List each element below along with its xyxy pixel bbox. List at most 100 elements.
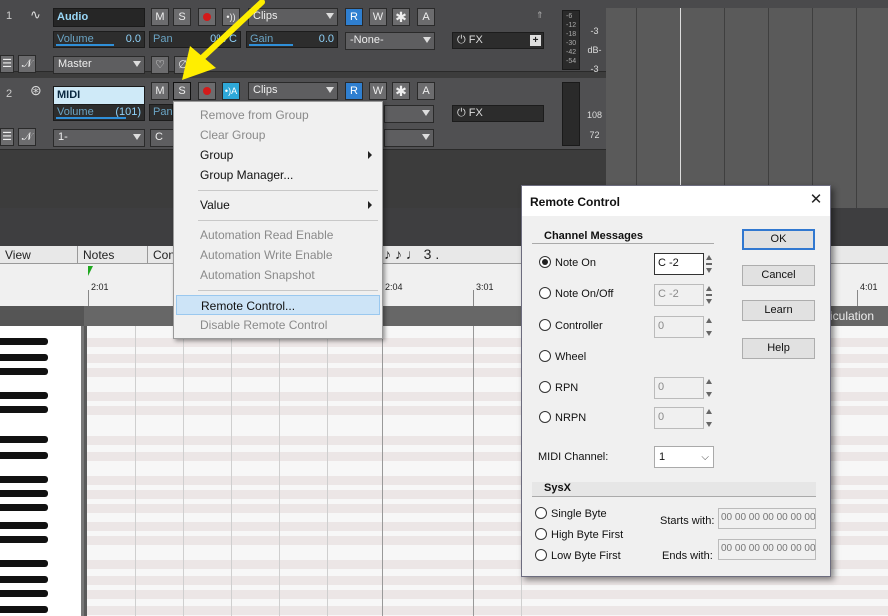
add-fx-icon[interactable]: +: [530, 35, 541, 46]
black-key[interactable]: [0, 368, 48, 375]
help-button[interactable]: Help: [742, 338, 815, 359]
nrpn-value[interactable]: 0: [654, 407, 704, 429]
track-menu-icon[interactable]: ☰: [0, 128, 14, 146]
note-on-off-value[interactable]: C -2: [654, 284, 704, 306]
black-key[interactable]: [0, 338, 48, 345]
black-key[interactable]: [0, 560, 48, 567]
radio-controller[interactable]: Controller: [539, 319, 603, 332]
spinner-icon[interactable]: [706, 407, 713, 429]
learn-button[interactable]: Learn: [742, 300, 815, 321]
radio-checked-icon: [539, 256, 551, 268]
midi-input-dropdown[interactable]: [384, 105, 434, 123]
track-name-field[interactable]: Audio: [53, 8, 145, 27]
controller-value[interactable]: 0: [654, 316, 704, 338]
menu-item-automation-read[interactable]: Automation Read Enable: [176, 225, 380, 245]
channel-dropdown[interactable]: C: [150, 129, 174, 147]
fx-bin[interactable]: ⏻ FX: [452, 105, 544, 122]
track-name-field[interactable]: MIDI: [53, 86, 145, 105]
note-on-value[interactable]: C -2: [654, 253, 704, 275]
black-key[interactable]: [0, 452, 48, 459]
fx-label: FX: [468, 34, 483, 46]
mute-button[interactable]: M: [151, 8, 169, 26]
automation-lane-icon[interactable]: 𝒩: [18, 55, 36, 73]
spinner-icon[interactable]: [706, 316, 713, 338]
menu-item-automation-write[interactable]: Automation Write Enable: [176, 245, 380, 265]
note-duration-icons[interactable]: ♪ ♪ ♩ 3 .: [384, 246, 439, 262]
starts-with-field[interactable]: 00 00 00 00 00 00 00: [718, 508, 816, 529]
starts-with-label: Starts with:: [660, 515, 715, 527]
black-key[interactable]: [0, 392, 48, 399]
view-menu[interactable]: View: [0, 246, 78, 264]
pan-slider[interactable]: Pan: [149, 104, 173, 121]
menu-item-clear-group[interactable]: Clear Group: [176, 125, 380, 145]
spinner-icon[interactable]: [706, 377, 713, 399]
black-key[interactable]: [0, 536, 48, 543]
menu-item-group-manager[interactable]: Group Manager...: [176, 165, 380, 185]
archive-button[interactable]: A: [417, 8, 435, 26]
menu-item-disable-remote-control[interactable]: Disable Remote Control: [176, 315, 380, 335]
spinner-icon[interactable]: [706, 284, 713, 306]
chevron-down-icon: [133, 61, 141, 67]
black-key[interactable]: [0, 436, 48, 443]
black-key[interactable]: [0, 406, 48, 413]
radio-single-byte[interactable]: Single Byte: [535, 507, 607, 520]
fx-bin[interactable]: ⏻ FX +: [452, 32, 544, 49]
clips-pane[interactable]: [606, 0, 888, 208]
radio-nrpn[interactable]: NRPN: [539, 411, 586, 424]
black-key[interactable]: [0, 504, 48, 511]
write-automation-button[interactable]: W: [369, 82, 387, 100]
menu-item-value[interactable]: Value: [176, 195, 380, 215]
radio-note-on[interactable]: Note On: [539, 256, 596, 269]
chevron-down-icon: [326, 87, 334, 93]
rpn-value[interactable]: 0: [654, 377, 704, 399]
radio-label: Note On: [555, 257, 596, 269]
radio-low-byte-first[interactable]: Low Byte First: [535, 549, 621, 562]
radio-high-byte-first[interactable]: High Byte First: [535, 528, 623, 541]
write-automation-button[interactable]: W: [369, 8, 387, 26]
close-icon[interactable]: ✕: [808, 192, 824, 208]
radio-note-on-off[interactable]: Note On/Off: [539, 287, 614, 300]
menu-item-group[interactable]: Group: [176, 145, 380, 165]
output-dropdown[interactable]: 1-: [53, 129, 145, 147]
spinner-icon[interactable]: [706, 253, 713, 275]
menu-item-automation-snapshot[interactable]: Automation Snapshot: [176, 265, 380, 285]
notes-menu[interactable]: Notes: [78, 246, 148, 264]
ok-button[interactable]: OK: [742, 229, 815, 250]
read-automation-button[interactable]: R: [345, 8, 363, 26]
grid-line: [636, 8, 637, 208]
db-bottom: -3: [590, 64, 599, 74]
start-marker-icon[interactable]: [88, 266, 98, 276]
scroll-up-icon[interactable]: ⇑: [536, 10, 544, 21]
archive-button[interactable]: A: [417, 82, 435, 100]
midi-channel-dropdown[interactable]: 1 ⌵: [654, 446, 714, 468]
ends-with-field[interactable]: 00 00 00 00 00 00 00: [718, 539, 816, 560]
read-automation-button[interactable]: R: [345, 82, 363, 100]
cancel-button[interactable]: Cancel: [742, 265, 815, 286]
black-key[interactable]: [0, 490, 48, 497]
track-menu-icon[interactable]: ☰: [0, 55, 14, 73]
black-key[interactable]: [0, 476, 48, 483]
black-key[interactable]: [0, 576, 48, 583]
input-dropdown[interactable]: -None-: [345, 32, 435, 50]
black-key[interactable]: [0, 522, 48, 529]
phase-icon[interactable]: ♡: [151, 56, 169, 74]
output-dropdown[interactable]: Master: [53, 56, 145, 74]
black-key[interactable]: [0, 590, 48, 597]
snowflake-freeze-icon[interactable]: ✱: [392, 82, 410, 100]
black-key[interactable]: [0, 606, 48, 613]
volume-slider[interactable]: Volume (101): [53, 104, 145, 121]
volume-slider[interactable]: Volume 0.0: [53, 31, 145, 48]
piano-keyboard[interactable]: [0, 326, 84, 616]
grid-col: [135, 326, 136, 616]
mute-button[interactable]: M: [151, 82, 169, 100]
menu-item-remove-from-group[interactable]: Remove from Group: [176, 105, 380, 125]
automation-lane-icon[interactable]: 𝒩: [18, 128, 36, 146]
black-key[interactable]: [0, 354, 48, 361]
snowflake-freeze-icon[interactable]: ✱: [392, 8, 410, 26]
radio-wheel[interactable]: Wheel: [539, 350, 586, 363]
patch-dropdown[interactable]: [384, 129, 434, 147]
triplet-label: 3: [423, 246, 432, 262]
db-top: -3: [590, 26, 599, 36]
radio-rpn[interactable]: RPN: [539, 381, 578, 394]
menu-item-remote-control[interactable]: Remote Control...: [176, 295, 380, 315]
